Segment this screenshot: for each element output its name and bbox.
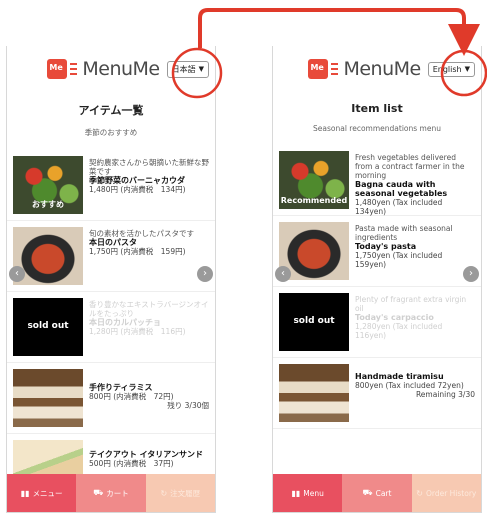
menu-item[interactable]: Pasta made with seasonal ingredients Tod… bbox=[273, 216, 481, 287]
menu-item[interactable]: 旬の素材を活かしたパスタです 本日のパスタ 1,750円 (内消費税 159円) bbox=[7, 221, 215, 292]
history-icon: ↻ bbox=[160, 488, 168, 498]
brand-name: MenuMe bbox=[82, 58, 160, 80]
menu-item-sold-out: sold out 香り豊かなエキストラバージンオイルをたっぷり 本日のカルパッチ… bbox=[7, 292, 215, 363]
chevron-down-icon: ▼ bbox=[198, 65, 204, 73]
chevron-down-icon: ▼ bbox=[464, 65, 470, 73]
tab-order-history[interactable]: ↻ 注文履歴 bbox=[145, 474, 215, 512]
logo-icon bbox=[47, 59, 68, 79]
tab-cart[interactable]: ⛟ カート bbox=[76, 474, 146, 512]
logo-lines-icon bbox=[331, 63, 339, 75]
item-stock-remaining: 残り 3/30個 bbox=[167, 401, 209, 410]
language-select[interactable]: English ▼ bbox=[427, 61, 475, 77]
language-value: English bbox=[432, 64, 462, 74]
item-name: 季節野菜のバーニャカウダ bbox=[89, 176, 185, 185]
brand-logo: MenuMe bbox=[82, 58, 160, 80]
phone-screen-english: MenuMe English ▼ Item list Seasonal reco… bbox=[272, 46, 482, 513]
menu-item[interactable]: Handmade tiramisu 800yen (Tax included 7… bbox=[273, 358, 481, 429]
app-header: MenuMe English ▼ bbox=[273, 46, 481, 92]
item-description: Fresh vegetables delivered from a contra… bbox=[355, 153, 465, 180]
item-price: 1,750yen (Tax included 159yen) bbox=[355, 251, 443, 269]
tab-cart-label: カート bbox=[106, 488, 129, 498]
sold-out-label: sold out bbox=[27, 321, 69, 331]
tab-order-history[interactable]: ↻ Order History bbox=[411, 474, 481, 512]
item-photo: sold out bbox=[279, 293, 349, 351]
page-title: アイテム一覧 bbox=[78, 104, 144, 117]
tab-cart-label: Cart bbox=[375, 488, 392, 498]
item-price: 500円 (内消費税 37円) bbox=[89, 459, 174, 468]
language-select[interactable]: 日本語 ▼ bbox=[166, 60, 209, 78]
menu-item[interactable]: Recommended Fresh vegetables delivered f… bbox=[273, 145, 481, 216]
item-name: Handmade tiramisu bbox=[355, 372, 444, 381]
cart-icon: ⛟ bbox=[362, 488, 373, 497]
page-subtitle: 季節のおすすめ bbox=[84, 128, 138, 137]
item-description: Pasta made with seasonal ingredients bbox=[355, 224, 453, 242]
item-photo bbox=[279, 364, 349, 422]
language-value: 日本語 bbox=[171, 64, 196, 74]
item-price: 800yen (Tax included 72yen) bbox=[355, 381, 464, 390]
tab-menu[interactable]: ▮▮ メニュー bbox=[7, 474, 77, 512]
item-photo: Recommended bbox=[279, 151, 349, 209]
item-price: 1,480yen (Tax included 134yen) bbox=[355, 198, 443, 216]
tab-history-label: 注文履歴 bbox=[170, 488, 201, 498]
recommended-badge: おすすめ bbox=[32, 200, 64, 209]
menu-book-icon: ▮▮ bbox=[20, 488, 30, 498]
tab-menu[interactable]: ▮▮ Menu bbox=[273, 474, 343, 512]
phone-screen-japanese: MenuMe 日本語 ▼ アイテム一覧 季節のおすすめ おすすめ 契約農家さんか… bbox=[6, 46, 216, 513]
item-description: Plenty of fragrant extra virgin oil bbox=[355, 295, 467, 313]
item-name: Today's carpaccio bbox=[355, 313, 434, 322]
cart-icon: ⛟ bbox=[93, 488, 104, 497]
brand-logo: MenuMe bbox=[343, 58, 421, 80]
item-description: 旬の素材を活かしたパスタです bbox=[89, 229, 194, 238]
item-price: 800円 (内消費税 72円) bbox=[89, 392, 174, 401]
carousel-prev-button[interactable]: ‹ bbox=[9, 266, 25, 282]
menu-item[interactable]: 手作りティラミス 800円 (内消費税 72円) 残り 3/30個 bbox=[7, 363, 215, 434]
item-price: 1,280円 (内消費税 116円) bbox=[89, 327, 186, 336]
item-price: 1,750円 (内消費税 159円) bbox=[89, 247, 186, 256]
logo-lines-icon bbox=[70, 63, 78, 75]
menu-item-sold-out: sold out Plenty of fragrant extra virgin… bbox=[273, 287, 481, 358]
menu-book-icon: ▮▮ bbox=[291, 488, 301, 498]
item-name: 手作りティラミス bbox=[89, 383, 153, 392]
bottom-tab-bar: ▮▮ メニュー ⛟ カート ↻ 注文履歴 bbox=[7, 474, 215, 512]
item-photo: おすすめ bbox=[13, 156, 83, 214]
item-name: Bagna cauda with seasonal vegetables bbox=[355, 180, 448, 198]
item-name: 本日のカルパッチョ bbox=[89, 318, 161, 327]
item-name: 本日のパスタ bbox=[89, 238, 137, 247]
carousel-next-button[interactable]: › bbox=[463, 266, 479, 282]
item-name: Today's pasta bbox=[355, 242, 417, 251]
item-price: 1,280yen (Tax included 116yen) bbox=[355, 322, 443, 340]
menu-item[interactable]: おすすめ 契約農家さんから朝摘いた新鮮な野菜です 季節野菜のバーニャカウダ 1,… bbox=[7, 150, 215, 221]
item-name: テイクアウト イタリアンサンド bbox=[89, 450, 203, 459]
tab-cart[interactable]: ⛟ Cart bbox=[342, 474, 412, 512]
carousel-prev-button[interactable]: ‹ bbox=[275, 266, 291, 282]
history-icon: ↻ bbox=[416, 488, 423, 498]
tab-menu-label: Menu bbox=[303, 488, 324, 498]
recommended-badge: Recommended bbox=[280, 196, 348, 205]
sold-out-label: sold out bbox=[293, 316, 335, 326]
item-description: 香り豊かなエキストラバージンオイルをたっぷり bbox=[89, 300, 209, 318]
item-price: 1,480円 (内消費税 134円) bbox=[89, 185, 186, 194]
item-photo bbox=[13, 369, 83, 427]
item-photo: sold out bbox=[13, 298, 83, 356]
tab-history-label: Order History bbox=[425, 488, 477, 498]
page-subtitle: Seasonal recommendations menu bbox=[313, 124, 441, 133]
logo-icon bbox=[308, 59, 329, 79]
item-stock-remaining: Remaining 3/30 bbox=[415, 390, 475, 399]
item-description: 契約農家さんから朝摘いた新鮮な野菜です bbox=[89, 158, 209, 176]
brand-name: MenuMe bbox=[343, 58, 421, 80]
carousel-next-button[interactable]: › bbox=[197, 266, 213, 282]
bottom-tab-bar: ▮▮ Menu ⛟ Cart ↻ Order History bbox=[273, 474, 481, 512]
page-title: Item list bbox=[351, 102, 403, 115]
app-header: MenuMe 日本語 ▼ bbox=[7, 46, 215, 92]
tab-menu-label: メニュー bbox=[32, 488, 63, 498]
